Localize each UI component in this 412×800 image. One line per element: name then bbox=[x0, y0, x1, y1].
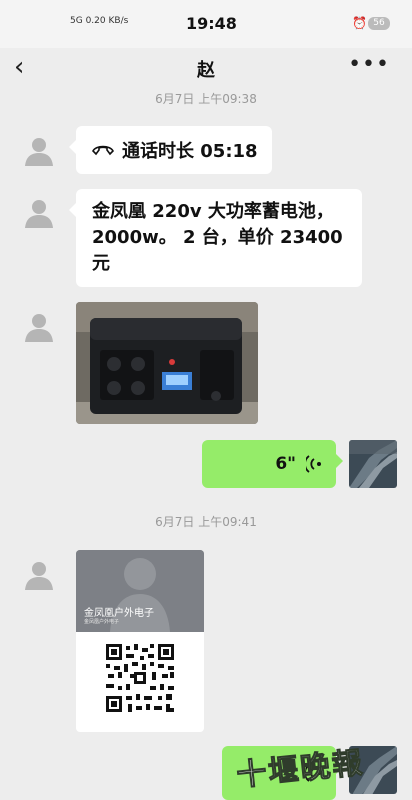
text-message-bubble[interactable]: 金凤凰 220v 大功率蓄电池，2000w。 2 台，单价 23400 元 bbox=[69, 189, 362, 287]
phone-call-icon bbox=[92, 140, 114, 161]
text-message-content: 金凤凰 220v 大功率蓄电池，2000w。 2 台，单价 23400 元 bbox=[92, 201, 343, 274]
battery-indicator: 56 bbox=[368, 17, 390, 30]
contact-avatar[interactable] bbox=[22, 196, 56, 230]
card-header: 金凤凰户外电子 金凤凰户外电子 bbox=[76, 550, 204, 632]
message-timestamp: 6月7日 上午09:38 bbox=[155, 92, 257, 106]
network-speed: 0.20 bbox=[85, 16, 106, 26]
voice-message-bubble[interactable]: 6" bbox=[202, 440, 343, 488]
more-options-icon[interactable]: ••• bbox=[348, 52, 390, 77]
my-avatar[interactable] bbox=[349, 440, 397, 488]
card-subtitle: 金凤凰户外电子 bbox=[84, 619, 120, 625]
message-timestamp: 6月7日 上午09:41 bbox=[155, 515, 257, 529]
network-speed-unit: KB/s bbox=[108, 16, 129, 26]
voice-duration: 6" bbox=[275, 454, 296, 474]
network-type: 5G bbox=[70, 16, 83, 26]
alarm-icon: ⏰ bbox=[352, 16, 367, 30]
voice-wave-icon bbox=[304, 455, 322, 478]
call-record-bubble[interactable]: 通话时长 05:18 bbox=[69, 126, 272, 174]
contact-avatar[interactable] bbox=[22, 310, 56, 344]
call-duration-text: 通话时长 05:18 bbox=[122, 141, 258, 162]
status-bar: 5G 0.20 KB/s 19:48 ⏰ 56 bbox=[0, 0, 412, 48]
signal-icon: 5G 0.20 KB/s bbox=[70, 16, 128, 26]
chat-header: ‹ 赵 ••• bbox=[0, 48, 412, 90]
battery-photo-message[interactable] bbox=[76, 302, 258, 424]
qr-code bbox=[104, 642, 176, 718]
qr-code-card-message[interactable]: 金凤凰户外电子 金凤凰户外电子 bbox=[76, 550, 204, 732]
card-name: 金凤凰户外电子 bbox=[84, 608, 154, 619]
contact-avatar[interactable] bbox=[22, 558, 56, 592]
clock: 19:48 bbox=[186, 14, 237, 33]
contact-avatar[interactable] bbox=[22, 134, 56, 168]
